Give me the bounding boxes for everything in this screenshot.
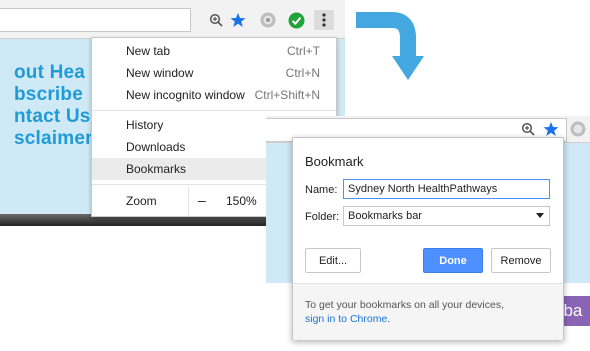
menu-item-label: New window bbox=[126, 66, 194, 80]
done-button[interactable]: Done bbox=[423, 248, 483, 273]
sign-in-link[interactable]: sign in to Chrome bbox=[305, 313, 387, 325]
chevron-down-icon bbox=[536, 213, 544, 218]
page-link-disclaimer[interactable]: sclaimer bbox=[14, 128, 93, 150]
page-link-contact[interactable]: ntact Us bbox=[14, 106, 91, 128]
menu-item-new-incognito-window[interactable]: New incognito window Ctrl+Shift+N bbox=[92, 84, 336, 106]
bookmark-star-icon[interactable] bbox=[228, 10, 248, 30]
bookmark-name-input[interactable] bbox=[343, 179, 550, 199]
page-link-about[interactable]: out Hea bbox=[14, 62, 85, 84]
menu-item-label: New incognito window bbox=[126, 88, 245, 102]
menu-item-shortcut: Ctrl+Shift+N bbox=[254, 88, 320, 102]
folder-selected-value: Bookmarks bar bbox=[348, 210, 422, 222]
menu-item-label: History bbox=[126, 118, 164, 132]
address-bar[interactable] bbox=[0, 8, 191, 32]
browser-toolbar bbox=[0, 0, 345, 39]
menu-item-label: New tab bbox=[126, 44, 171, 58]
curved-arrow-icon bbox=[356, 11, 424, 80]
menu-item-label: Downloads bbox=[126, 140, 186, 154]
dialog-footer: To get your bookmarks on all your device… bbox=[293, 283, 563, 340]
dialog-title: Bookmark bbox=[305, 154, 364, 169]
zoom-icon[interactable] bbox=[206, 10, 226, 30]
zoom-label: Zoom bbox=[126, 194, 157, 208]
menu-item-shortcut: Ctrl+T bbox=[287, 44, 320, 58]
zoom-divider bbox=[188, 186, 189, 216]
menu-divider bbox=[92, 110, 336, 111]
checkmark-extension-icon[interactable] bbox=[286, 10, 306, 30]
extension-icon[interactable] bbox=[258, 10, 278, 30]
zoom-level: 150% bbox=[226, 194, 257, 208]
menu-item-new-tab[interactable]: New tab Ctrl+T bbox=[92, 40, 336, 62]
page-link-subscribe[interactable]: bscribe bbox=[14, 84, 83, 106]
zoom-out-button[interactable]: – bbox=[198, 192, 206, 208]
menu-item-new-window[interactable]: New window Ctrl+N bbox=[92, 62, 336, 84]
remove-button[interactable]: Remove bbox=[491, 248, 551, 273]
edit-button[interactable]: Edit... bbox=[305, 248, 361, 273]
bookmark-dialog: Bookmark Name: Folder: Bookmarks bar Edi… bbox=[292, 137, 564, 340]
sync-promo-period: . bbox=[387, 313, 391, 325]
menu-item-shortcut: Ctrl+N bbox=[285, 66, 320, 80]
sync-promo-line: To get your bookmarks on all your device… bbox=[305, 299, 505, 311]
folder-label: Folder: bbox=[305, 211, 340, 223]
sync-promo-text: To get your bookmarks on all your device… bbox=[305, 298, 504, 326]
name-label: Name: bbox=[305, 184, 338, 196]
kebab-menu-icon[interactable] bbox=[314, 10, 334, 30]
folder-select[interactable]: Bookmarks bar bbox=[343, 206, 550, 226]
bookmark-star-icon[interactable] bbox=[541, 119, 561, 139]
extension-icon[interactable] bbox=[568, 119, 588, 139]
menu-item-label: Bookmarks bbox=[126, 162, 187, 176]
zoom-icon[interactable] bbox=[518, 119, 538, 139]
